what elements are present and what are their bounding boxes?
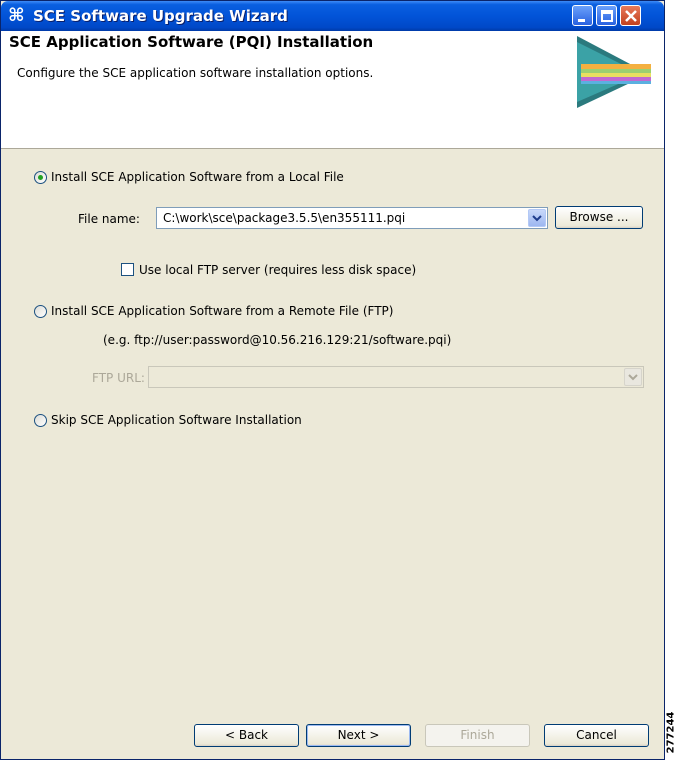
file-name-value[interactable]: C:\work\sce\package3.5.5\en355111.pqi xyxy=(163,211,405,225)
chevron-down-icon[interactable] xyxy=(528,209,546,227)
use-local-ftp-label[interactable]: Use local FTP server (requires less disk… xyxy=(139,263,416,277)
title-bar[interactable]: ⌘ SCE Software Upgrade Wizard xyxy=(1,1,664,31)
skip-install-label[interactable]: Skip SCE Application Software Installati… xyxy=(51,413,302,427)
file-name-label: File name: xyxy=(78,212,140,226)
ftp-url-combo[interactable] xyxy=(148,366,644,388)
close-button[interactable] xyxy=(620,5,641,26)
window-title: SCE Software Upgrade Wizard xyxy=(33,7,288,25)
figure-id-text: 277244 xyxy=(665,711,677,754)
maximize-button[interactable] xyxy=(596,5,617,26)
figure-id-watermark: 277244 xyxy=(665,705,683,765)
page-description: Configure the SCE application software i… xyxy=(17,66,374,80)
ftp-example-text: (e.g. ftp://user:password@10.56.216.129:… xyxy=(103,333,452,347)
remote-file-label[interactable]: Install SCE Application Software from a … xyxy=(51,304,393,318)
finish-button[interactable]: Finish xyxy=(425,724,530,747)
minimize-button[interactable] xyxy=(572,5,593,26)
cancel-button[interactable]: Cancel xyxy=(544,724,649,747)
skip-install-radio[interactable] xyxy=(34,414,47,427)
use-local-ftp-checkbox[interactable] xyxy=(121,263,134,276)
local-file-radio[interactable] xyxy=(34,171,47,184)
chevron-down-icon[interactable] xyxy=(624,368,642,386)
back-button[interactable]: < Back xyxy=(194,724,299,747)
browse-button[interactable]: Browse ... xyxy=(555,206,643,229)
app-icon: ⌘ xyxy=(8,5,25,26)
ftp-url-label: FTP URL: xyxy=(92,371,145,385)
remote-file-radio[interactable] xyxy=(34,305,47,318)
wizard-banner-icon xyxy=(577,36,651,108)
next-button[interactable]: Next > xyxy=(306,724,411,747)
local-file-label[interactable]: Install SCE Application Software from a … xyxy=(51,170,344,184)
file-name-combo[interactable]: C:\work\sce\package3.5.5\en355111.pqi xyxy=(156,207,548,229)
wizard-window: ⌘ SCE Software Upgrade Wizard SCE Applic… xyxy=(0,0,665,760)
page-title: SCE Application Software (PQI) Installat… xyxy=(9,33,374,51)
